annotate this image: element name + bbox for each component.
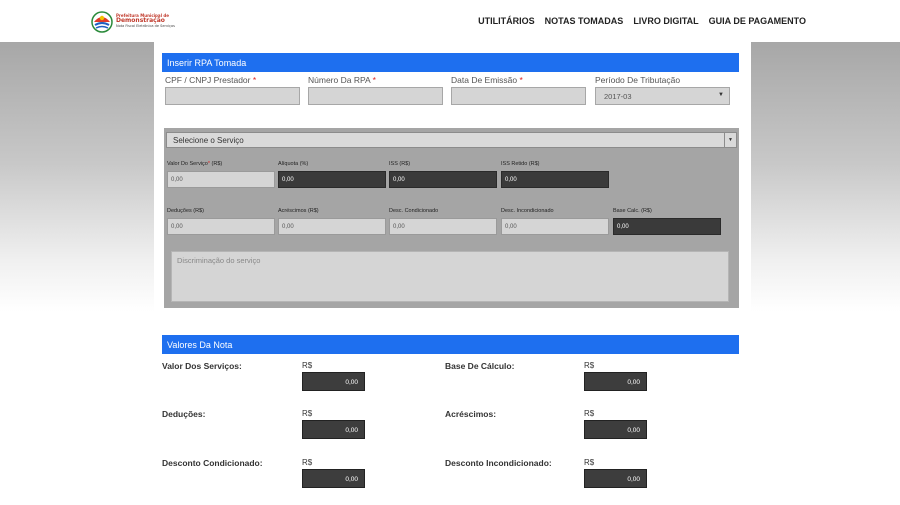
aliquota-input[interactable]: 0,00: [278, 171, 386, 188]
valor-servicos-value: 0,00: [302, 372, 365, 391]
acrescimos-total-value: 0,00: [584, 420, 647, 439]
deducoes-input[interactable]: 0,00: [167, 218, 275, 235]
base-calculo-value: 0,00: [584, 372, 647, 391]
nav-utilitarios[interactable]: UTILITÁRIOS: [478, 16, 535, 26]
deducoes-total-value: 0,00: [302, 420, 365, 439]
desc-incondicionado-label: Desc. Incondicionado: [501, 208, 554, 214]
data-emissao-label: Data De Emissão *: [451, 75, 523, 85]
desc-condicionado-label: Desc. Condicionado: [389, 208, 439, 214]
service-select-label: Selecione o Serviço: [173, 136, 244, 145]
valor-servico-label: Valor Do Serviço* (R$): [167, 161, 222, 167]
discriminacao-textarea[interactable]: Discriminação do serviço: [171, 251, 729, 302]
desc-condicionado-input[interactable]: 0,00: [389, 218, 497, 235]
iss-retido-input[interactable]: 0,00: [501, 171, 609, 188]
numero-rpa-label-text: Número Da RPA: [308, 75, 371, 85]
acrescimos-input[interactable]: 0,00: [278, 218, 386, 235]
required-mark: *: [252, 75, 257, 85]
main-nav: UTILITÁRIOS NOTAS TOMADAS LIVRO DIGITAL …: [478, 16, 806, 26]
rpa-section-title: Inserir RPA Tomada: [162, 53, 739, 72]
data-emissao-input[interactable]: [451, 87, 586, 105]
acrescimos-total-label: Acréscimos:: [445, 409, 497, 419]
valor-servico-input[interactable]: 0,00: [167, 171, 275, 188]
base-calc-label: Base Calc. (R$): [613, 208, 652, 214]
data-emissao-label-text: Data De Emissão: [451, 75, 518, 85]
numero-rpa-label: Número Da RPA *: [308, 75, 376, 85]
desconto-condicionado-label: Desconto Condicionado:: [162, 458, 263, 468]
numero-rpa-input[interactable]: [308, 87, 443, 105]
values-section-title: Valores Da Nota: [162, 335, 739, 354]
logo-line-3: Nota Fiscal Eletrônica de Serviços: [116, 23, 175, 28]
currency-label: R$: [584, 361, 595, 370]
base-calc-input[interactable]: 0,00: [613, 218, 721, 235]
currency-label: R$: [302, 458, 313, 467]
logo-line-2: Demonstração: [116, 16, 165, 24]
chevron-down-icon: ▼: [724, 133, 736, 147]
required-mark: *: [519, 75, 523, 85]
iss-retido-label: ISS Retido (R$): [501, 161, 540, 167]
deducoes-label: Deduções (R$): [167, 208, 204, 214]
currency-label: R$: [302, 409, 313, 418]
cpf-cnpj-label: CPF / CNPJ Prestador *: [165, 75, 256, 85]
top-bar: Prefeitura Municipal de Demonstração Not…: [0, 0, 900, 42]
nav-notas-tomadas[interactable]: NOTAS TOMADAS: [545, 16, 624, 26]
nav-guia-de-pagamento[interactable]: GUIA DE PAGAMENTO: [709, 16, 806, 26]
nav-livro-digital[interactable]: LIVRO DIGITAL: [633, 16, 698, 26]
service-select[interactable]: Selecione o Serviço ▼: [166, 132, 737, 148]
valor-servico-label-suffix: (R$): [210, 161, 223, 167]
desconto-incondicionado-value: 0,00: [584, 469, 647, 488]
currency-label: R$: [302, 361, 313, 370]
deducoes-total-label: Deduções:: [162, 409, 206, 419]
iss-input[interactable]: 0,00: [389, 171, 497, 188]
periodo-tributacao-value: 2017-03: [604, 92, 632, 101]
required-mark: *: [372, 75, 376, 85]
aliquota-label: Alíquota (%): [278, 161, 309, 167]
cpf-cnpj-input[interactable]: [165, 87, 300, 105]
logo-emblem-icon: [91, 11, 113, 33]
desconto-incondicionado-label: Desconto Incondicionado:: [445, 458, 552, 468]
desconto-condicionado-value: 0,00: [302, 469, 365, 488]
logo-text: Prefeitura Municipal de Demonstração Not…: [116, 13, 175, 29]
valor-servico-label-text: Valor Do Serviço: [167, 161, 208, 167]
chevron-down-icon: ▼: [718, 92, 724, 98]
base-calculo-label: Base De Cálculo:: [445, 361, 515, 371]
currency-label: R$: [584, 458, 595, 467]
iss-label: ISS (R$): [389, 161, 411, 167]
currency-label: R$: [584, 409, 595, 418]
periodo-tributacao-label-text: Período De Tributação: [595, 75, 681, 85]
desc-incondicionado-input[interactable]: 0,00: [501, 218, 609, 235]
cpf-cnpj-label-text: CPF / CNPJ Prestador: [165, 75, 251, 85]
valor-servicos-label: Valor Dos Serviços:: [162, 361, 242, 371]
logo[interactable]: Prefeitura Municipal de Demonstração Not…: [90, 8, 180, 34]
periodo-tributacao-select[interactable]: 2017-03 ▼: [595, 87, 730, 105]
acrescimos-label: Acréscimos (R$): [278, 208, 319, 214]
periodo-tributacao-label: Período De Tributação: [595, 75, 680, 85]
